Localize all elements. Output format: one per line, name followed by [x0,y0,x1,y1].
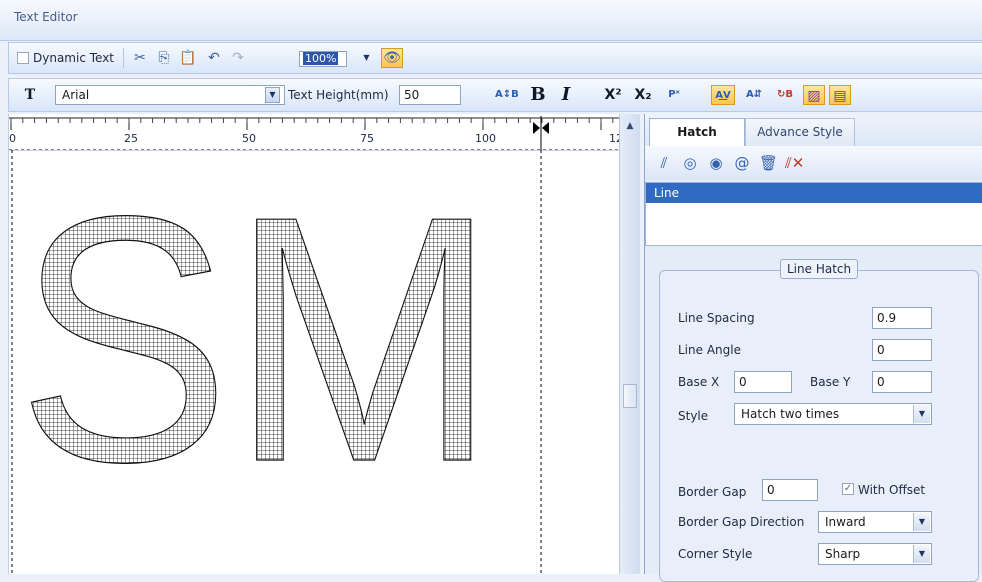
ring-hatch-icon[interactable]: ◉ [707,154,725,172]
horizontal-ruler: 0 25 50 75 100 12 [9,114,629,151]
tab-advance-style[interactable]: Advance Style [745,118,855,146]
preview-icon[interactable]: 👁 [381,48,403,68]
border-gap-direction-label: Border Gap Direction [678,515,805,529]
ruler-ticks [9,116,629,151]
ruler-label: 25 [124,132,138,145]
edit-toolbar: Dynamic Text ✂ ⎘ 📋 ↶ ↷ 100% ▼ 👁 [8,42,982,74]
border-gap-label: Border Gap [678,485,747,499]
line-angle-label: Line Angle [678,343,741,357]
reverse-text-icon[interactable]: ↻B [773,85,797,105]
contour-hatch-icon[interactable]: ◎ [681,154,699,172]
superscript-icon[interactable]: X² [601,85,625,105]
border-gap-input[interactable]: 0 [762,479,818,501]
tab-hatch[interactable]: Hatch [649,118,745,146]
line-hatch-icon[interactable]: ⫽ [655,154,673,172]
scroll-thumb[interactable] [623,384,637,408]
char-spacing-icon[interactable]: A↕B [495,85,519,105]
ruler-label: 50 [242,132,256,145]
base-y-input[interactable]: 0 [872,371,932,393]
group-title: Line Hatch [780,259,859,279]
stack-fraction-icon[interactable]: Pˣ [663,85,685,105]
panel-tabs: Hatch Advance Style [645,114,982,147]
italic-icon[interactable]: I [557,85,575,105]
line-spacing-input[interactable]: 0.9 [872,307,932,329]
hatch-toolbar: ⫽ ◎ ◉ @ 🗑 ⫽✕ [645,146,982,180]
corner-style-select[interactable]: Sharp ▼ [818,543,932,565]
editor-vertical-scrollbar[interactable]: ▲ [619,114,640,574]
line-hatch-group: Line Hatch Line Spacing 0.9 Line Angle 0… [659,259,979,582]
undo-icon[interactable]: ↶ [205,49,223,67]
hatch-list[interactable]: Line [645,182,982,246]
window-title: Text Editor [14,10,78,24]
zoom-select[interactable]: 100% [299,51,347,67]
base-x-input[interactable]: 0 [734,371,792,393]
with-offset-checkbox[interactable]: ✓ [842,483,854,495]
subscript-icon[interactable]: X₂ [631,85,655,105]
line-spacing-label: Line Spacing [678,311,755,325]
copy-icon[interactable]: ⎘ [155,49,173,67]
border-gap-direction-value: Inward [825,515,866,529]
dynamic-text-checkbox[interactable] [17,52,29,64]
ruler-label: 0 [9,132,16,145]
redo-icon[interactable]: ↷ [229,49,247,67]
ruler-label: 75 [360,132,374,145]
hatch-panel: Hatch Advance Style ⫽ ◎ ◉ @ 🗑 ⫽✕ Line Li… [644,114,982,582]
hatch-style-icon[interactable]: ▨ [803,85,825,105]
spiral-hatch-icon[interactable]: @ [733,154,751,172]
corner-style-value: Sharp [825,547,861,561]
title-bar: Text Editor [0,0,982,41]
horizontal-text-icon[interactable]: A͟V [711,85,735,105]
list-item[interactable]: Line [646,183,982,203]
dynamic-text-label: Dynamic Text [33,51,115,65]
separator [123,48,124,68]
line-angle-input[interactable]: 0 [872,339,932,361]
base-x-label: Base X [678,375,720,389]
text-height-label: Text Height(mm) [288,88,389,102]
scroll-up-icon[interactable]: ▲ [622,118,638,134]
canvas-drawing: SM [11,150,542,574]
delete-icon[interactable]: 🗑 [759,154,778,172]
vertical-text-icon[interactable]: A⇵ [743,85,765,105]
paste-icon[interactable]: 📋 [179,49,197,67]
style-value: Hatch two times [741,407,840,421]
style-label: Style [678,409,709,423]
chevron-down-icon[interactable]: ▼ [913,545,930,563]
format-toolbar: T Arial ▼ Text Height(mm) 50 A↕B B I X² … [8,78,982,112]
base-y-label: Base Y [810,375,851,389]
style-select[interactable]: Hatch two times ▼ [734,403,932,425]
align-icon[interactable]: ▤ [829,85,851,105]
font-select[interactable]: Arial [55,85,285,105]
clear-hatch-icon[interactable]: ⫽✕ [785,154,804,172]
chevron-down-icon[interactable]: ▼ [913,513,930,531]
hatched-text: SM [17,150,497,535]
text-canvas[interactable]: 0 25 50 75 100 12 SM [8,114,629,574]
cut-icon[interactable]: ✂ [131,49,149,67]
corner-style-label: Corner Style [678,547,753,561]
font-dropdown-arrow[interactable]: ▼ [265,87,280,103]
ruler-label: 100 [475,132,496,145]
with-offset-label: With Offset [858,483,926,497]
chevron-down-icon[interactable]: ▼ [913,405,930,423]
zoom-value: 100% [303,52,339,65]
zoom-dropdown-arrow[interactable]: ▼ [359,51,374,67]
border-gap-direction-select[interactable]: Inward ▼ [818,511,932,533]
bold-icon[interactable]: B [529,85,547,105]
font-icon: T [24,87,36,103]
text-height-input[interactable]: 50 [399,85,461,105]
